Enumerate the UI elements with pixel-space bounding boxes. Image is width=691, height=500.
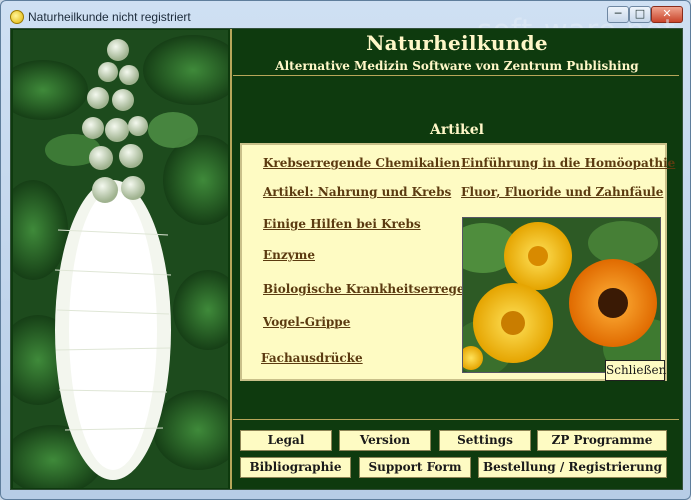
article-link-hilfen-bei-krebs[interactable]: Einige Hilfen bei Krebs — [263, 217, 421, 231]
app-subtitle: Alternative Medizin Software von Zentrum… — [275, 59, 639, 73]
article-link-nahrung-und-krebs[interactable]: Artikel: Nahrung und Krebs — [263, 185, 451, 199]
vertical-divider — [230, 29, 232, 489]
sun-icon — [10, 10, 24, 24]
plant-photo — [13, 30, 228, 488]
settings-button[interactable]: Settings — [439, 430, 531, 451]
app-title: Naturheilkunde — [366, 31, 548, 55]
article-link-enzyme[interactable]: Enzyme — [263, 248, 315, 262]
marigold-photo — [462, 217, 661, 373]
version-button[interactable]: Version — [339, 430, 431, 451]
article-link-fluor[interactable]: Fluor, Fluoride und Zahnfäule — [461, 185, 663, 199]
articles-panel: Krebserregende Chemikalien Artikel: Nahr… — [240, 143, 675, 381]
footer-divider — [233, 419, 679, 420]
article-link-vogel-grippe[interactable]: Vogel-Grippe — [263, 315, 350, 329]
bibliographie-button[interactable]: Bibliographie — [240, 457, 351, 478]
app-client-area: Naturheilkunde Alternative Medizin Softw… — [10, 28, 683, 490]
section-title: Artikel — [430, 122, 484, 138]
zp-programme-button[interactable]: ZP Programme — [537, 430, 667, 451]
article-link-fachausdruecke[interactable]: Fachausdrücke — [261, 351, 363, 365]
legal-button[interactable]: Legal — [240, 430, 332, 451]
support-form-button[interactable]: Support Form — [359, 457, 471, 478]
article-link-krebserregende-chemikalien[interactable]: Krebserregende Chemikalien — [263, 156, 460, 170]
article-link-krankheitserreger[interactable]: Biologische Krankheitserreger — [263, 282, 471, 296]
window-title: Naturheilkunde nicht registriert — [28, 10, 191, 24]
schliessen-button[interactable]: Schließen — [605, 360, 666, 381]
bestellung-registrierung-button[interactable]: Bestellung / Registrierung — [478, 457, 667, 478]
app-window: Naturheilkunde nicht registriert ─ □ ✕ s… — [0, 0, 691, 500]
article-link-homoeopathie[interactable]: Einführung in die Homöopathie — [461, 156, 675, 170]
header-divider — [233, 75, 679, 76]
